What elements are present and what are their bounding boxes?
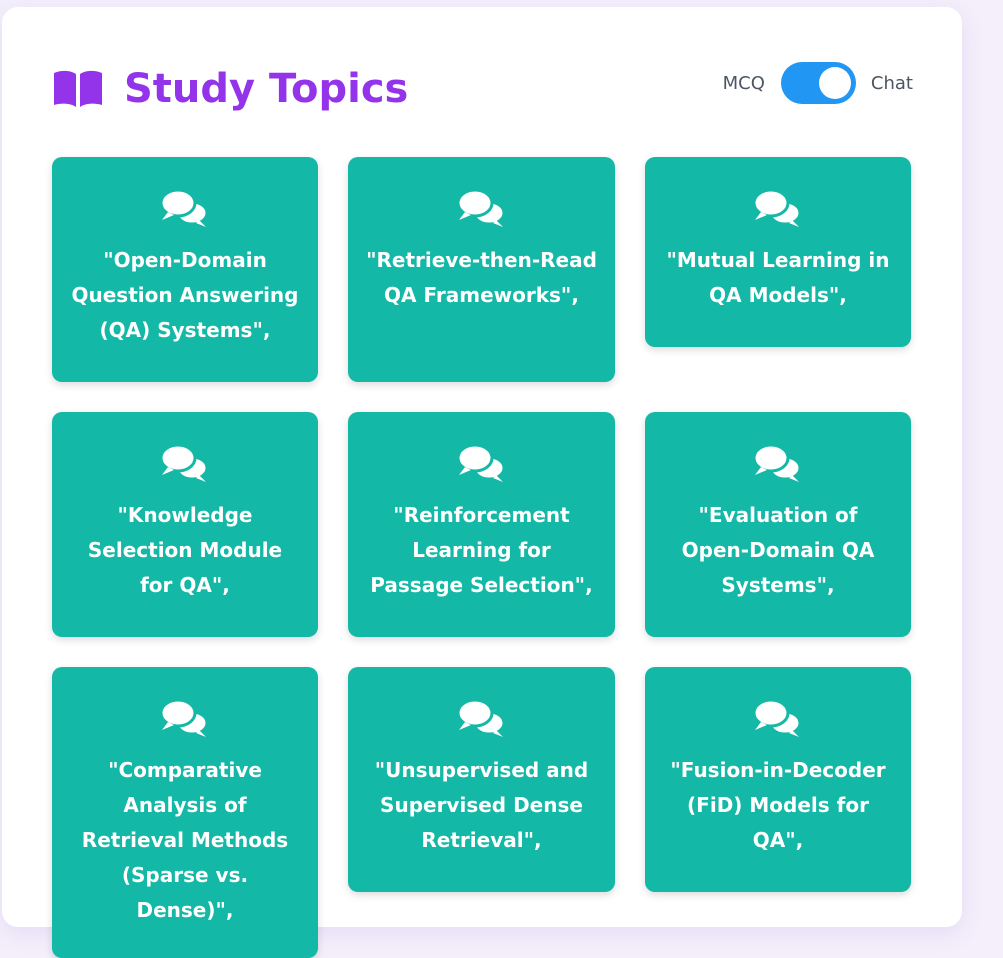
topic-label: "Unsupervised and Supervised Dense Retri… [374, 758, 589, 852]
topic-label: "Comparative Analysis of Retrieval Metho… [81, 758, 289, 922]
topic-label: "Mutual Learning in QA Models", [666, 248, 890, 307]
switch-knob [818, 67, 851, 99]
topic-label: "Reinforcement Learning for Passage Sele… [370, 503, 593, 597]
comments-icon [752, 698, 802, 737]
comments-icon [159, 188, 209, 227]
mode-toggle: MCQ Chat [723, 61, 913, 105]
topic-label: "Retrieve-then-Read QA Frameworks", [366, 248, 597, 307]
panel-header: Study Topics MCQ Chat [52, 57, 913, 117]
study-topics-panel: Study Topics MCQ Chat "Open-Domain Quest… [2, 7, 962, 958]
topic-card[interactable]: "Fusion-in-Decoder (FiD) Models for QA", [645, 667, 911, 892]
page-title: Study Topics [124, 66, 409, 112]
comments-icon [456, 188, 505, 227]
topic-card[interactable]: "Unsupervised and Supervised Dense Retri… [348, 667, 615, 892]
topic-card[interactable]: "Reinforcement Learning for Passage Sele… [348, 412, 615, 637]
topic-card[interactable]: "Knowledge Selection Module for QA", [52, 412, 318, 637]
topic-label: "Open-Domain Question Answering (QA) Sys… [71, 248, 299, 342]
chat-label: Chat [870, 72, 913, 94]
comments-icon [159, 698, 209, 737]
topic-label: "Fusion-in-Decoder (FiD) Models for QA", [670, 758, 886, 852]
topic-card[interactable]: "Open-Domain Question Answering (QA) Sys… [52, 157, 318, 382]
comments-icon [456, 443, 505, 482]
topic-card[interactable]: "Retrieve-then-Read QA Frameworks", [348, 157, 615, 382]
comments-icon [456, 698, 505, 737]
book-open-icon [54, 70, 102, 107]
topic-card[interactable]: "Evaluation of Open-Domain QA Systems", [645, 412, 911, 637]
comments-icon [159, 443, 209, 482]
comments-icon [752, 188, 802, 227]
topic-label: "Knowledge Selection Module for QA", [87, 503, 283, 597]
topic-label: "Evaluation of Open-Domain QA Systems", [681, 503, 875, 597]
topic-card[interactable]: "Comparative Analysis of Retrieval Metho… [52, 667, 318, 958]
mcq-label: MCQ [722, 72, 765, 94]
topic-card[interactable]: "Mutual Learning in QA Models", [645, 157, 911, 347]
topic-grid: "Open-Domain Question Answering (QA) Sys… [52, 157, 912, 958]
comments-icon [752, 443, 802, 482]
mode-switch[interactable] [780, 62, 856, 104]
